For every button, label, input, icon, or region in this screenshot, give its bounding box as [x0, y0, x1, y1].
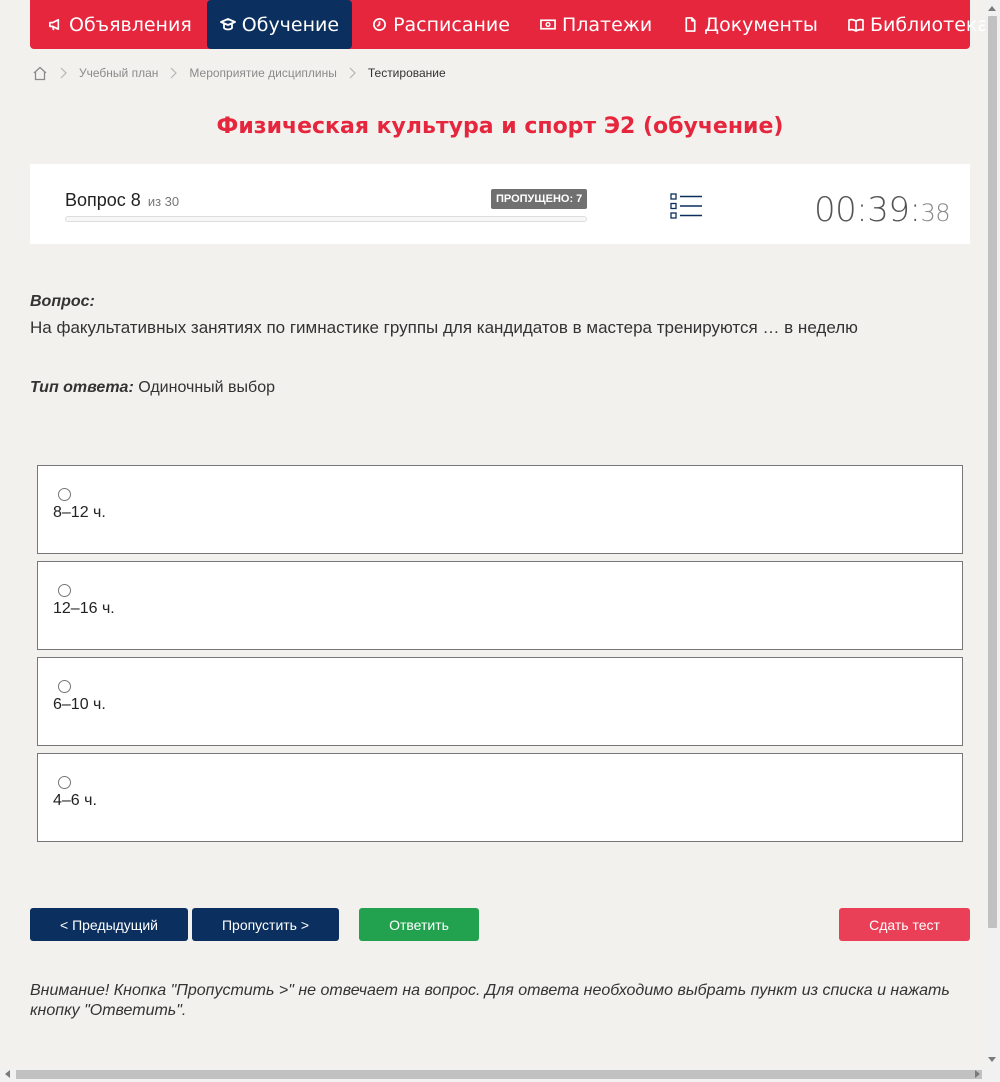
- nav-label: Объявления: [69, 13, 192, 36]
- breadcrumb-item-curriculum[interactable]: Учебный план: [79, 66, 158, 80]
- question-header-panel: Вопрос 8 из 30 ПРОПУЩЕНО: 7 00:39:38: [30, 164, 970, 244]
- nav-item-schedule[interactable]: Расписание: [354, 0, 523, 49]
- scroll-down-arrow-icon[interactable]: [988, 1057, 996, 1062]
- progress-bar: [65, 216, 587, 222]
- breadcrumb-item-testing: Тестирование: [367, 66, 446, 80]
- answer-option[interactable]: 8–12 ч.: [37, 465, 963, 554]
- horizontal-scrollbar[interactable]: [0, 1067, 1000, 1082]
- timer-seconds: 38: [920, 199, 950, 227]
- scrollbar-thumb[interactable]: [988, 16, 997, 928]
- answer-type-label: Тип ответа:: [30, 379, 134, 396]
- answer-option[interactable]: 12–16 ч.: [37, 561, 963, 650]
- question-total: из 30: [147, 194, 180, 209]
- question-number: Вопрос 8 из 30: [65, 190, 179, 211]
- document-icon: [682, 17, 698, 33]
- chevron-right-icon: [60, 67, 69, 79]
- home-icon[interactable]: [32, 66, 48, 81]
- chevron-right-icon: [349, 67, 358, 79]
- radio-button[interactable]: [58, 488, 71, 501]
- scroll-up-arrow-icon[interactable]: [988, 6, 996, 11]
- nav-label: Обучение: [241, 13, 340, 36]
- book-icon: [848, 17, 864, 33]
- skipped-badge: ПРОПУЩЕНО: 7: [491, 189, 588, 209]
- nav-label: Расписание: [393, 13, 510, 36]
- nav-label: Библиотека: [869, 13, 990, 36]
- scrollbar-thumb[interactable]: [16, 1070, 982, 1079]
- question-number-label: Вопрос 8: [65, 190, 141, 210]
- nav-item-learning[interactable]: Обучение: [206, 0, 353, 49]
- top-nav: Объявления Обучение Расписание Платежи Д…: [30, 0, 989, 49]
- breadcrumb: Учебный план Мероприятие дисциплины Тест…: [32, 64, 446, 82]
- nav-item-documents[interactable]: Документы: [665, 0, 831, 49]
- question-label: Вопрос:: [30, 293, 95, 310]
- graduation-cap-icon: [219, 17, 236, 33]
- question-list-button[interactable]: [670, 192, 704, 220]
- warning-note: Внимание! Кнопка "Пропустить >" не отвеч…: [30, 982, 950, 1019]
- answer-option-text: 6–10 ч.: [53, 696, 106, 713]
- scroll-left-arrow-icon[interactable]: [5, 1070, 10, 1078]
- answer-option[interactable]: 4–6 ч.: [37, 753, 963, 842]
- megaphone-icon: [47, 17, 63, 33]
- answer-option-text: 4–6 ч.: [53, 792, 97, 809]
- skip-button[interactable]: Пропустить >: [192, 908, 339, 941]
- clock-icon: [371, 17, 387, 33]
- nav-item-library[interactable]: Библиотека: [831, 0, 1000, 49]
- submit-test-button[interactable]: Сдать тест: [839, 908, 970, 941]
- question-text: На факультативных занятиях по гимнастике…: [30, 318, 858, 337]
- answer-option[interactable]: 6–10 ч.: [37, 657, 963, 746]
- answer-options: 8–12 ч. 12–16 ч. 6–10 ч. 4–6 ч.: [37, 465, 963, 849]
- previous-button[interactable]: < Предыдущий: [30, 908, 188, 941]
- nav-label: Платежи: [561, 13, 653, 36]
- radio-button[interactable]: [58, 680, 71, 693]
- scroll-right-arrow-icon[interactable]: [975, 1070, 980, 1078]
- chevron-right-icon: [170, 67, 179, 79]
- answer-option-text: 12–16 ч.: [53, 600, 115, 617]
- timer-main: 00:39:: [814, 190, 921, 230]
- radio-button[interactable]: [58, 584, 71, 597]
- radio-button[interactable]: [58, 776, 71, 789]
- nav-item-payments[interactable]: Платежи: [523, 0, 665, 49]
- list-icon: [670, 193, 704, 224]
- timer: 00:39:38: [814, 190, 950, 230]
- money-icon: [540, 17, 556, 33]
- nav-item-announcements[interactable]: Объявления: [30, 0, 205, 49]
- breadcrumb-item-discipline-event[interactable]: Мероприятие дисциплины: [189, 66, 336, 80]
- nav-label: Документы: [704, 13, 818, 36]
- vertical-scrollbar[interactable]: [985, 0, 1000, 1067]
- answer-type: Тип ответа: Одиночный выбор: [30, 379, 275, 397]
- page-title: Физическая культура и спорт Э2 (обучение…: [216, 114, 784, 139]
- answer-option-text: 8–12 ч.: [53, 504, 106, 521]
- answer-button[interactable]: Ответить: [359, 908, 479, 941]
- answer-type-value: Одиночный выбор: [138, 379, 275, 396]
